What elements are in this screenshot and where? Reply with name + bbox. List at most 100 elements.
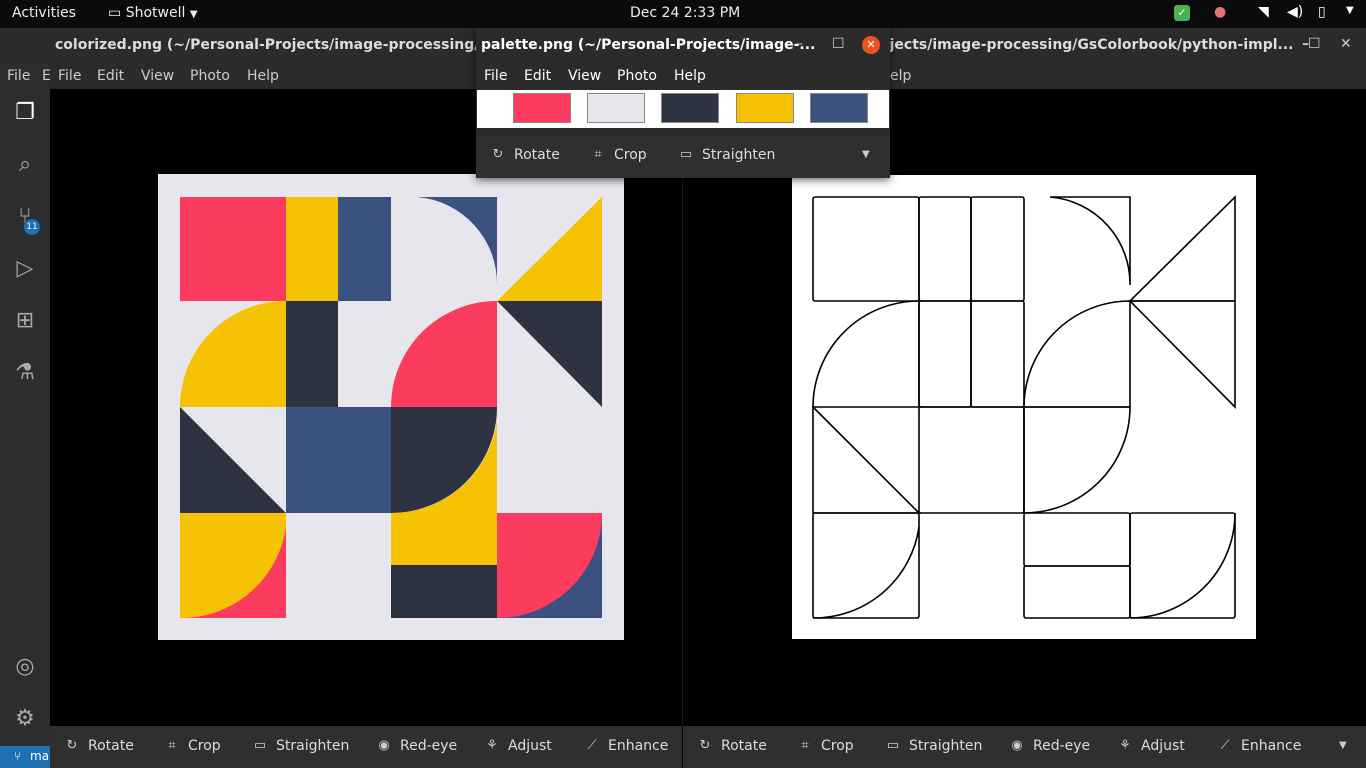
ruler-icon: ▭ [253,738,267,753]
run-debug-icon[interactable]: ▷ [10,254,40,284]
right-window-menubar: elp [890,63,1366,89]
right-menu-help[interactable]: elp [890,68,911,84]
left-window-titlebar[interactable]: colorized.png (~/Personal-Projects/image… [50,28,524,63]
settings-gear-icon[interactable]: ⚙ [10,704,40,734]
left-crop-button[interactable]: ⌗ Crop [164,738,221,754]
right-redeye-button[interactable]: ◉ Red-eye [1009,738,1090,754]
clock[interactable]: Dec 24 2:33 PM [630,5,740,21]
palette-straighten-button[interactable]: ▭ Straighten [678,147,776,163]
left-rotate-button[interactable]: ↻ Rotate [64,738,134,754]
crop-icon: ⌗ [594,147,602,162]
pane-divider [682,178,683,726]
left-menu-edit[interactable]: Edit [97,68,124,84]
right-straighten-button[interactable]: ▭ Straighten [885,738,983,754]
left-window-title: colorized.png (~/Personal-Projects/image… [55,37,524,53]
swatch-dark [661,93,719,123]
palette-rotate-button[interactable]: ↻ Rotate [490,147,560,163]
ruler-icon: ▭ [679,147,693,162]
search-icon[interactable]: ⌕ [10,150,40,180]
wifi-icon[interactable]: ◥ [1258,4,1269,20]
update-icon[interactable]: ✓ [1174,5,1190,21]
palette-menu-help[interactable]: Help [674,68,706,84]
system-top-bar: Activities ▭ Shotwell ▼ Dec 24 2:33 PM ✓… [0,0,1366,28]
colorized-image [158,174,624,640]
palette-minimize-icon[interactable]: – [796,36,803,52]
right-enhance-label: Enhance [1241,738,1302,754]
right-maximize-icon[interactable]: ☐ [1308,36,1321,52]
vscode-menubar: File E [0,63,51,90]
left-menu-help[interactable]: Help [247,68,279,84]
right-close-icon[interactable]: ✕ [1340,36,1352,52]
battery-icon[interactable]: ▯ [1318,4,1326,20]
left-menu-file[interactable]: File [58,68,81,84]
palette-close-icon[interactable]: ✕ [862,36,880,54]
left-enhance-button[interactable]: ⟋ Enhance [584,738,668,754]
system-menu-chevron-icon[interactable]: ▼ [1346,5,1354,16]
left-adjust-button[interactable]: ⚘ Adjust [484,738,552,754]
right-adjust-label: Adjust [1141,738,1185,754]
adjust-icon: ⚘ [1119,738,1131,753]
app-menu[interactable]: ▭ Shotwell ▼ [108,5,198,21]
palette-window: palette.png (~/Personal-Projects/image-.… [476,28,890,178]
right-crop-label: Crop [821,738,854,754]
app-name: Shotwell [125,5,186,21]
testing-flask-icon[interactable]: ⚗ [10,358,40,388]
palette-rotate-label: Rotate [514,147,560,163]
left-crop-label: Crop [188,738,221,754]
rotate-icon: ↻ [699,738,711,753]
ruler-icon: ▭ [886,738,900,753]
right-window-titlebar[interactable]: ojects/image-processing/GsColorbook/pyth… [880,28,1366,63]
left-adjust-label: Adjust [508,738,552,754]
rotate-icon: ↻ [492,147,504,162]
branch-icon: ⑂ [14,749,22,763]
palette-menu-photo[interactable]: Photo [617,68,657,84]
chevron-down-icon: ▼ [189,9,198,20]
left-rotate-label: Rotate [88,738,134,754]
left-straighten-button[interactable]: ▭ Straighten [252,738,350,754]
palette-titlebar[interactable]: palette.png (~/Personal-Projects/image-.… [476,28,890,63]
extensions-icon[interactable]: ⊞ [10,306,40,336]
swatch-red [513,93,571,123]
palette-menu-file[interactable]: File [484,68,507,84]
activities-button[interactable]: Activities [12,5,76,21]
palette-toolbar: ↻ Rotate ⌗ Crop ▭ Straighten ▼ [476,135,890,178]
rotate-icon: ↻ [66,738,78,753]
branch-name[interactable]: ma [30,749,49,763]
left-menu-view[interactable]: View [141,68,174,84]
explorer-icon[interactable]: ❐ [10,98,40,128]
right-photo-toolbar: ↻ Rotate ⌗ Crop ▭ Straighten ◉ Red-eye ⚘ Adju… [683,726,1366,768]
palette-maximize-icon[interactable]: ☐ [832,36,845,52]
wand-icon: ⟋ [1220,738,1230,753]
swatch-yellow [736,93,794,123]
right-adjust-button[interactable]: ⚘ Adjust [1117,738,1185,754]
left-redeye-button[interactable]: ◉ Red-eye [376,738,457,754]
palette-toolbar-overflow-chevron-icon[interactable]: ▼ [862,149,870,160]
right-rotate-button[interactable]: ↻ Rotate [697,738,767,754]
palette-title: palette.png (~/Personal-Projects/image-.… [481,37,816,53]
swatch-light [587,93,645,123]
crop-icon: ⌗ [168,738,176,753]
palette-menu-edit[interactable]: Edit [524,68,551,84]
vscode-activity-bar: ❐ ⌕ ⑂ 11 ▷ ⊞ ⚗ ◎ ⚙ [0,90,50,746]
volume-icon[interactable]: ◀) [1287,4,1303,20]
wand-icon: ⟋ [587,738,597,753]
vscode-menu-file[interactable]: File [7,68,30,84]
palette-menu-view[interactable]: View [568,68,601,84]
right-crop-button[interactable]: ⌗ Crop [797,738,854,754]
right-straighten-label: Straighten [909,738,983,754]
palette-image [477,90,889,128]
right-redeye-label: Red-eye [1033,738,1091,754]
left-straighten-label: Straighten [276,738,350,754]
right-rotate-label: Rotate [721,738,767,754]
left-photo-toolbar: ↻ Rotate ⌗ Crop ▭ Straighten ◉ Red-eye ⚘ Adju… [50,726,682,768]
account-icon[interactable]: ◎ [10,652,40,682]
left-redeye-label: Red-eye [400,738,458,754]
tray-app-icon[interactable]: ● [1214,4,1226,20]
left-window-menubar: File Edit View Photo Help [50,63,476,89]
palette-crop-button[interactable]: ⌗ Crop [590,147,646,163]
left-menu-photo[interactable]: Photo [190,68,230,84]
right-enhance-button[interactable]: ⟋ Enhance [1217,738,1301,754]
crop-icon: ⌗ [801,738,809,753]
vscode-statusbar: ⑂ ma [0,746,50,768]
right-toolbar-overflow-chevron-icon[interactable]: ▼ [1339,740,1347,751]
